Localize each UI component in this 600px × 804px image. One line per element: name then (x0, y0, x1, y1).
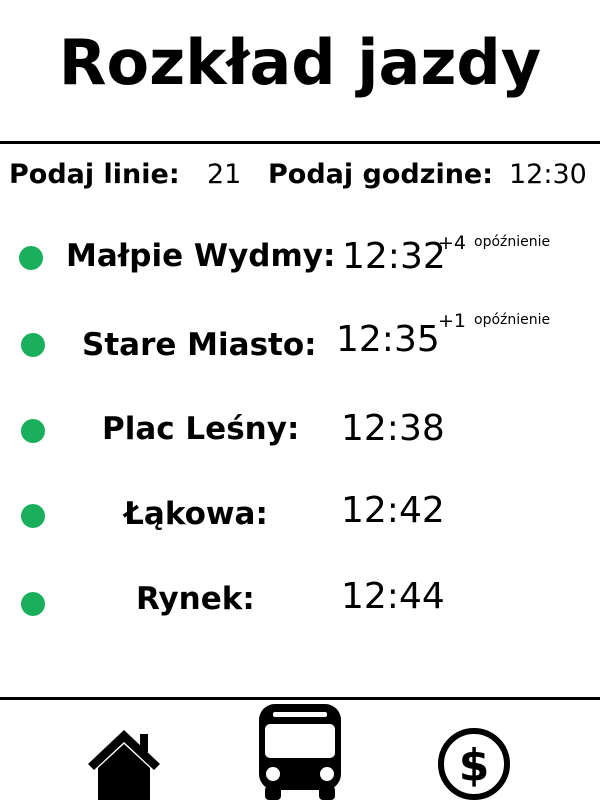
delay-label: opóźnienie (474, 234, 551, 250)
delay-value: +1 (438, 310, 467, 332)
stop-name: Plac Leśny: (102, 411, 300, 447)
header-divider (0, 141, 600, 144)
footer-divider (0, 697, 600, 700)
status-dot (19, 246, 43, 270)
stop-name: Łąkowa: (124, 496, 268, 532)
page-title: Rozkład jazdy (58, 26, 542, 99)
line-label: Podaj linie: (9, 159, 180, 190)
svg-text:$: $ (459, 740, 490, 791)
stop-name: Rynek: (136, 581, 255, 617)
stop-time: 12:38 (341, 408, 445, 449)
stop-time: 12:35 (336, 319, 440, 360)
nav-home-button[interactable] (84, 726, 164, 800)
home-icon (88, 730, 160, 800)
stop-name: Stare Miasto: (82, 327, 317, 363)
stop-time: 12:32 (342, 236, 446, 277)
status-dot (21, 592, 45, 616)
stop-time: 12:44 (341, 576, 445, 617)
nav-bus-button[interactable] (257, 702, 343, 800)
dollar-icon: $ (438, 728, 510, 800)
stop-name: Małpie Wydmy: (66, 238, 336, 274)
nav-payment-button[interactable]: $ (436, 726, 512, 800)
stop-time: 12:42 (341, 490, 445, 531)
bus-icon (259, 704, 341, 800)
delay-label: opóźnienie (474, 312, 551, 328)
status-dot (21, 333, 45, 357)
time-input[interactable]: 12:30 (509, 157, 587, 193)
status-dot (21, 504, 45, 528)
time-label: Podaj godzine: (268, 159, 494, 190)
line-input[interactable]: 21 (207, 157, 241, 193)
delay-value: +4 (438, 232, 467, 254)
status-dot (21, 419, 45, 443)
